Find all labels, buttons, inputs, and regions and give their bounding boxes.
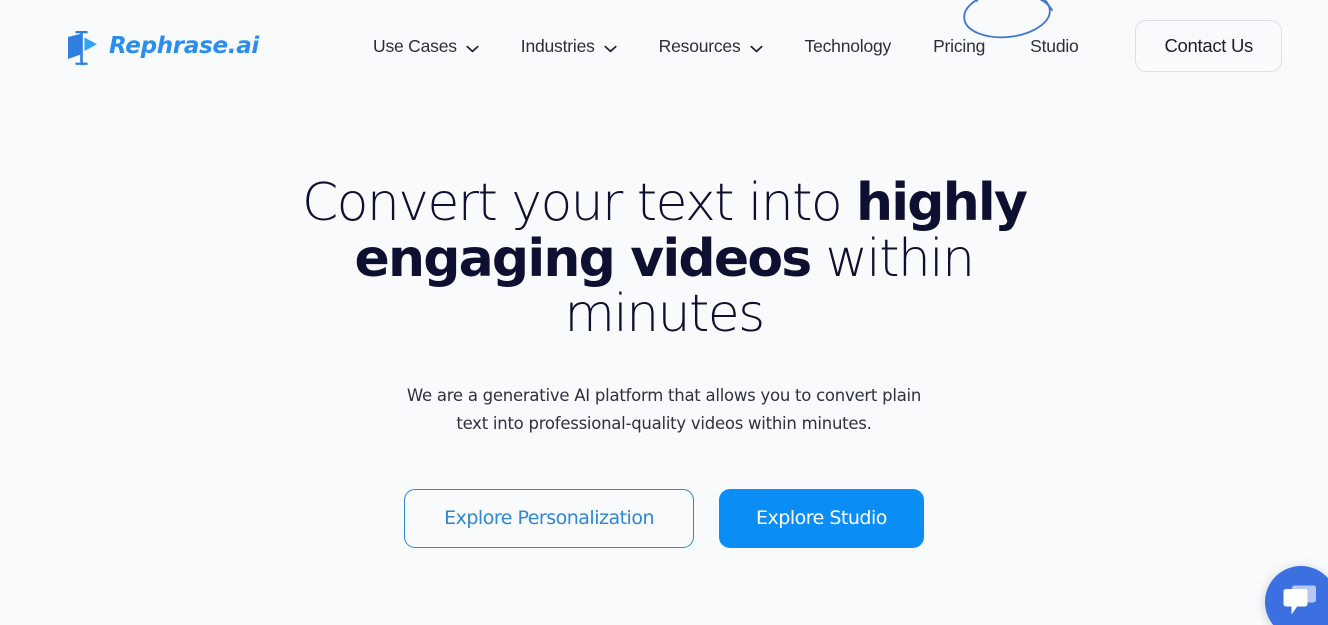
chat-widget-button[interactable]: [1265, 566, 1328, 625]
hero-subtitle: We are a generative AI platform that all…: [394, 382, 934, 439]
nav-label-studio: Studio: [1030, 35, 1079, 56]
brand-logo-link[interactable]: Rephrase.ai: [66, 27, 259, 66]
hero-section: Convert your text into highly engaging v…: [0, 92, 1328, 549]
nav-label-use-cases: Use Cases: [373, 35, 457, 56]
chevron-down-icon: [466, 43, 479, 53]
nav-item-use-cases[interactable]: Use Cases: [352, 28, 500, 65]
main-navigation: Use Cases Industries Resources Technolog…: [352, 0, 1103, 65]
nav-item-resources[interactable]: Resources: [638, 28, 784, 65]
nav-label-resources: Resources: [658, 35, 741, 56]
chevron-down-icon: [604, 43, 617, 53]
contact-us-button[interactable]: Contact Us: [1135, 20, 1282, 72]
flag-play-logo-icon: [66, 28, 100, 66]
hero-title-part-1: Convert your text into: [301, 173, 857, 233]
nav-item-industries[interactable]: Industries: [500, 28, 638, 65]
nav-item-studio[interactable]: Studio: [963, 0, 1102, 65]
cta-button-row: Explore Personalization Explore Studio: [0, 488, 1328, 549]
page-title: Convert your text into highly engaging v…: [249, 173, 1079, 343]
explore-personalization-button[interactable]: Explore Personalization: [404, 488, 695, 549]
nav-item-technology[interactable]: Technology: [784, 28, 913, 65]
explore-studio-button[interactable]: Explore Studio: [719, 488, 924, 549]
chevron-down-icon: [749, 43, 763, 53]
nav-item-pricing[interactable]: Pricing: [912, 28, 1006, 65]
nav-label-pricing: Pricing: [933, 35, 986, 56]
chat-bubble-icon: [1283, 585, 1317, 617]
nav-label-technology: Technology: [804, 35, 892, 56]
hero-subtitle-line-2: into professional-quality videos within …: [492, 414, 872, 434]
nav-label-industries: Industries: [520, 35, 595, 56]
brand-name: Rephrase.ai: [109, 32, 259, 59]
site-header: Rephrase.ai Use Cases Industries Resourc…: [0, 0, 1328, 92]
